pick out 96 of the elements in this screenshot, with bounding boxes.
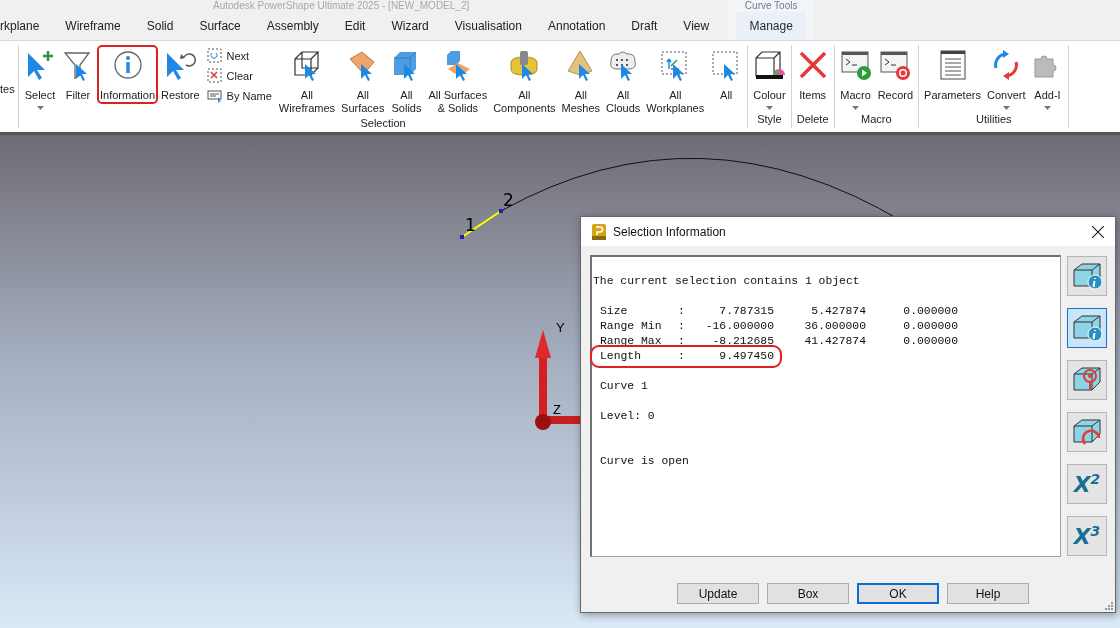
ribbon-button[interactable]: Record: [874, 45, 917, 104]
ribbon-button[interactable]: Filter: [59, 45, 97, 104]
ribbon-tab[interactable]: Surface: [186, 12, 254, 40]
macro-record-icon: [879, 49, 912, 81]
info-line: Curve 1: [599, 379, 649, 394]
ribbon-button[interactable]: By Name: [206, 87, 272, 105]
axis-label: Z: [553, 402, 561, 417]
row-value: -8.212685: [711, 334, 774, 349]
window-title: Autodesk PowerShape Ultimate 2025 - [NEW_MODEL_2]: [213, 0, 470, 12]
resize-grip-icon: [1105, 602, 1113, 610]
ribbon-button[interactable]: Information: [97, 45, 159, 104]
ribbon-button[interactable]: All: [707, 45, 746, 104]
summary-text: The current selection contains 1 object: [592, 274, 861, 289]
curve-point: [460, 235, 464, 239]
row-value: 0.000000: [902, 334, 958, 349]
ribbon-button[interactable]: Clear: [206, 67, 272, 85]
axis-label: Y: [556, 320, 565, 335]
ribbon-tab[interactable]: Annotation: [534, 12, 619, 40]
row-value: -16.000000: [704, 319, 774, 334]
ribbon-button[interactable]: Macro: [836, 45, 875, 112]
ribbon-button[interactable]: Convert: [983, 45, 1029, 112]
row-label: Length: [600, 349, 642, 364]
ribbon-tab[interactable]: rkplane: [0, 12, 53, 40]
ribbon-button[interactable]: All Clouds: [603, 45, 644, 117]
ribbon-button[interactable]: Colour: [750, 45, 789, 112]
ribbon-button[interactable]: All Solids: [387, 45, 426, 117]
macro-play-icon: [839, 49, 872, 81]
side-toolbar-button[interactable]: [1067, 256, 1107, 296]
dialog-button[interactable]: Update: [677, 583, 759, 604]
selected-curve-segment: [461, 210, 502, 238]
dialog-title: Selection Information: [613, 224, 726, 239]
ribbon-button[interactable]: Restore: [158, 45, 203, 104]
block-info-icon: [1071, 312, 1103, 344]
side-toolbar-button[interactable]: X$^{2}$: [1067, 464, 1107, 504]
side-toolbar-button[interactable]: [1067, 308, 1107, 348]
row-separator: :: [678, 349, 686, 364]
row-label: Size: [600, 304, 629, 319]
side-toolbar-button[interactable]: [1067, 360, 1107, 400]
info-line: Level: 0: [599, 409, 656, 424]
row-value: 0.000000: [902, 304, 958, 319]
contextual-group-label: Curve Tools: [744, 0, 798, 12]
side-toolbar-button[interactable]: [1067, 412, 1107, 452]
point-label: 1: [465, 215, 476, 235]
ribbon-button[interactable]: All Meshes: [558, 45, 604, 117]
block-info-icon: [1071, 260, 1103, 292]
ribbon-group-label: Utilities: [976, 113, 1012, 127]
row-value: 0.000000: [902, 319, 958, 334]
ribbon-group-label: Macro: [861, 113, 892, 127]
ribbon-button[interactable]: Select: [21, 45, 59, 112]
ribbon-group-label: tes: [0, 83, 15, 97]
curve-point: [499, 209, 503, 213]
ribbon-tab[interactable]: Assembly: [253, 12, 332, 40]
colour-cube-icon: [753, 49, 786, 81]
row-value: 7.787315: [718, 304, 774, 319]
dialog-button[interactable]: Help: [947, 583, 1029, 604]
row-separator: :: [678, 319, 686, 334]
ribbon-group-label: Selection: [360, 117, 406, 131]
name-field-icon: [206, 88, 223, 104]
ribbon-button[interactable]: All Components: [490, 45, 559, 117]
row-value: 5.427874: [810, 304, 866, 319]
row-value: 41.427874: [803, 334, 866, 349]
component-icon: [508, 49, 541, 81]
ribbon-tab[interactable]: View: [670, 12, 723, 40]
ribbon-button[interactable]: Items: [793, 45, 832, 104]
ribbon-group-label: Delete: [796, 113, 829, 127]
info-line: Curve is open: [599, 454, 690, 469]
row-label: Range Max: [600, 334, 663, 349]
ribbon-tab[interactable]: Manage: [736, 12, 806, 40]
ribbon-tab[interactable]: Draft: [618, 12, 671, 40]
ribbon-tab[interactable]: Edit: [331, 12, 379, 40]
side-toolbar-button[interactable]: X$^{3}$: [1067, 516, 1107, 556]
ribbon-tab[interactable]: Visualisation: [441, 12, 535, 40]
row-value: 36.000000: [803, 319, 866, 334]
ribbon-button[interactable]: Next: [206, 47, 272, 65]
ribbon-tab[interactable]: Wireframe: [52, 12, 134, 40]
ribbon-button[interactable]: All Wireframes: [275, 45, 339, 117]
ribbon-button[interactable]: All Surfaces & Solids: [425, 45, 491, 117]
info-icon: [111, 49, 144, 81]
row-separator: :: [678, 334, 686, 349]
close-icon: [1092, 225, 1104, 238]
ribbon-group-label: Style: [757, 113, 782, 127]
ribbon-tab[interactable]: Solid: [133, 12, 187, 40]
ribbon-button[interactable]: Parameters: [921, 45, 984, 104]
dialog-button[interactable]: Box: [767, 583, 849, 604]
ribbon-button[interactable]: All Workplanes: [643, 45, 708, 117]
ribbon-button[interactable]: Add-I: [1028, 45, 1067, 112]
point-label: 2: [503, 190, 514, 210]
row-value: 9.497450: [718, 349, 774, 364]
ribbon-button[interactable]: All Surfaces: [338, 45, 388, 117]
row-label: Range Min: [600, 319, 663, 334]
dashed-refresh-icon: [206, 48, 223, 64]
dashed-cross-icon: [206, 68, 223, 84]
app-logo-icon: [591, 222, 607, 241]
ribbon-tab[interactable]: Wizard: [378, 12, 442, 40]
dialog-button[interactable]: OK: [857, 583, 939, 604]
row-separator: :: [678, 304, 686, 319]
